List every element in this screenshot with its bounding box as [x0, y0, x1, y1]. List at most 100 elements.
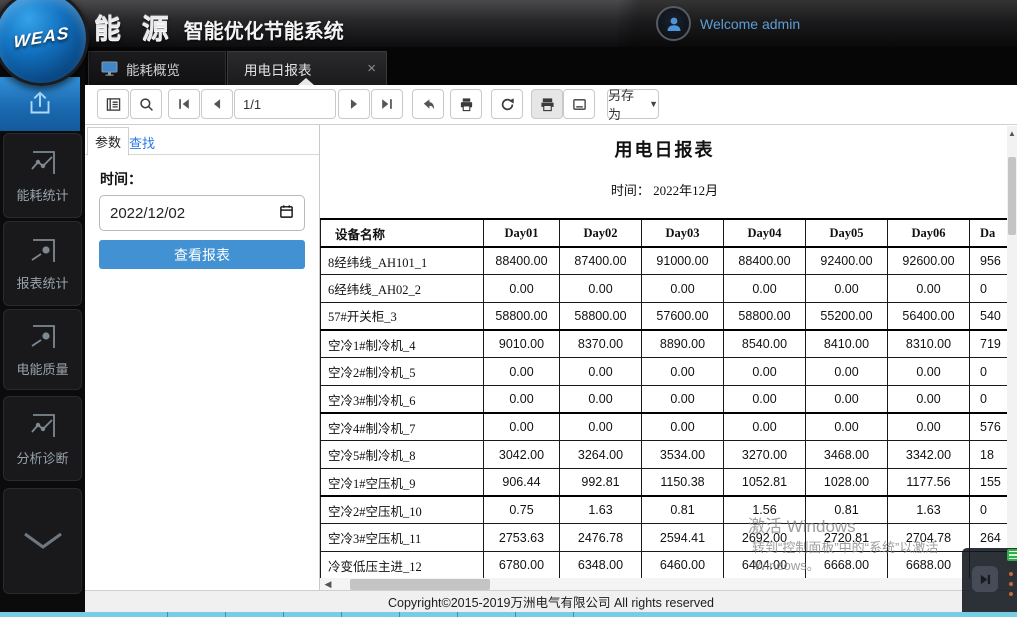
value-cell: 2720.81	[806, 524, 888, 552]
sidebar-item-energy-stats[interactable]: 能耗统计	[3, 133, 82, 218]
calendar-icon[interactable]	[279, 204, 294, 223]
value-cell: 56400.00	[888, 302, 970, 330]
monitor-icon	[101, 61, 118, 76]
value-cell: 9010.00	[484, 330, 560, 358]
table-row: 空冷4#制冷机_70.000.000.000.000.000.00576	[321, 413, 1010, 441]
app-root: 能 源 智能优化节能系统 Welcome admin WEAS 能耗概览	[0, 0, 1017, 617]
value-cell: 88400.00	[724, 247, 806, 275]
report-table: 设备名称Day01Day02Day03Day04Day05Day06Da8经纬线…	[320, 218, 1009, 578]
taskbar-strip	[0, 612, 1017, 617]
device-name-cell: 空冷5#制冷机_8	[321, 441, 484, 469]
next-page-button[interactable]	[338, 89, 370, 119]
undo-arrow-icon	[421, 97, 436, 112]
search-icon	[139, 97, 154, 112]
search-button[interactable]	[130, 89, 162, 119]
sidebar-item-report-stats[interactable]: 报表统计	[3, 221, 82, 306]
scroll-up-arrow-icon[interactable]: ▲	[1007, 128, 1017, 140]
first-page-button[interactable]	[168, 89, 200, 119]
tab-find[interactable]: 查找	[129, 133, 155, 152]
value-cell: 2753.63	[484, 524, 560, 552]
device-name-cell: 空冷2#制冷机_5	[321, 358, 484, 386]
last-page-button[interactable]	[371, 89, 403, 119]
value-cell: 0.00	[888, 413, 970, 441]
export-icon	[23, 87, 57, 121]
report-title: 用电日报表	[320, 136, 1009, 162]
tab-label: 用电日报表	[244, 59, 312, 79]
value-cell: 540	[970, 302, 1010, 330]
value-cell: 3264.00	[560, 441, 642, 469]
value-cell: 0.75	[484, 496, 560, 524]
value-cell: 8410.00	[806, 330, 888, 358]
table-row: 空冷3#空压机_112753.632476.782594.412692.0027…	[321, 524, 1010, 552]
sidebar-expand-button[interactable]	[3, 488, 82, 594]
save-as-label: 另存为	[608, 85, 646, 123]
value-cell: 2594.41	[642, 524, 724, 552]
app-title-primary: 能 源	[94, 7, 176, 46]
user-area[interactable]: Welcome admin	[656, 6, 800, 41]
toc-button[interactable]	[97, 89, 129, 119]
device-name-cell: 空冷2#空压机_10	[321, 496, 484, 524]
value-cell: 58800.00	[560, 302, 642, 330]
sidebar-item-analysis[interactable]: 分析诊断	[3, 396, 82, 481]
copyright-text: Copyright©2015-2019万洲电气有限公司 All rights r…	[388, 592, 714, 611]
page-view-button[interactable]	[563, 89, 595, 119]
date-value: 2022/12/02	[110, 205, 185, 222]
taskbar-strip-segments	[110, 612, 604, 617]
value-cell: 0.81	[806, 496, 888, 524]
vertical-scrollbar[interactable]: ▲	[1007, 126, 1017, 578]
report-pane: 用电日报表 时间： 2022年12月 设备名称Day01Day02Day03Da…	[320, 125, 1009, 578]
sidebar: 能耗统计 报表统计 电能质量 分析诊断	[0, 47, 85, 612]
time-label: 时间：	[100, 169, 142, 189]
device-name-cell: 空冷3#制冷机_6	[321, 385, 484, 413]
value-cell: 0.00	[888, 385, 970, 413]
view-report-button[interactable]: 查看报表	[99, 240, 305, 269]
sidebar-item-label: 分析诊断	[16, 448, 68, 467]
table-row: 空冷1#空压机_9906.44992.811150.381052.811028.…	[321, 469, 1010, 497]
trend-chart-icon	[25, 410, 61, 444]
value-cell: 3270.00	[724, 441, 806, 469]
skip-next-icon[interactable]	[972, 566, 998, 592]
print-button[interactable]	[450, 89, 482, 119]
column-header: 设备名称	[321, 219, 484, 247]
sidebar-item-label: 能耗统计	[16, 185, 68, 204]
welcome-text: Welcome admin	[700, 16, 800, 32]
refresh-button[interactable]	[491, 89, 523, 119]
date-input[interactable]: 2022/12/02	[99, 195, 305, 231]
tab-energy-overview[interactable]: 能耗概览	[88, 51, 226, 85]
vertical-scroll-thumb[interactable]	[1008, 157, 1016, 235]
value-cell: 0.00	[484, 385, 560, 413]
tab-close-icon[interactable]: ×	[367, 61, 376, 76]
save-as-button[interactable]: 另存为 ▼	[607, 89, 659, 119]
first-page-icon	[177, 97, 191, 111]
prev-page-button[interactable]	[201, 89, 233, 119]
sidebar-item-power-quality[interactable]: 电能质量	[3, 309, 82, 390]
device-name-cell: 6经纬线_AH02_2	[321, 275, 484, 303]
table-header-row: 设备名称Day01Day02Day03Day04Day05Day06Da	[321, 219, 1010, 247]
page-number-input[interactable]	[234, 89, 336, 119]
chevron-down-icon	[21, 531, 65, 551]
value-cell: 1150.38	[642, 469, 724, 497]
value-cell: 0.00	[484, 275, 560, 303]
value-cell: 0.00	[484, 413, 560, 441]
report-subtitle: 时间： 2022年12月	[320, 180, 1009, 199]
table-row: 6经纬线_AH02_20.000.000.000.000.000.000	[321, 275, 1010, 303]
value-cell: 58800.00	[724, 302, 806, 330]
tab-parameters[interactable]: 参数	[87, 127, 129, 156]
value-cell: 58800.00	[484, 302, 560, 330]
value-cell: 0.81	[642, 496, 724, 524]
value-cell: 576	[970, 413, 1010, 441]
value-cell: 55200.00	[806, 302, 888, 330]
value-cell: 0.00	[560, 385, 642, 413]
table-row: 空冷5#制冷机_83042.003264.003534.003270.00346…	[321, 441, 1010, 469]
dot-chart-icon	[25, 235, 61, 269]
toc-icon	[106, 97, 121, 112]
value-cell: 92600.00	[888, 247, 970, 275]
value-cell: 3534.00	[642, 441, 724, 469]
column-header: Day03	[642, 219, 724, 247]
print-layout-button[interactable]	[531, 89, 563, 119]
horizontal-scroll-thumb[interactable]	[350, 579, 490, 590]
trend-chart-icon	[25, 147, 61, 181]
refresh-icon	[500, 97, 515, 112]
back-button[interactable]	[412, 89, 444, 119]
value-cell: 0.00	[642, 385, 724, 413]
